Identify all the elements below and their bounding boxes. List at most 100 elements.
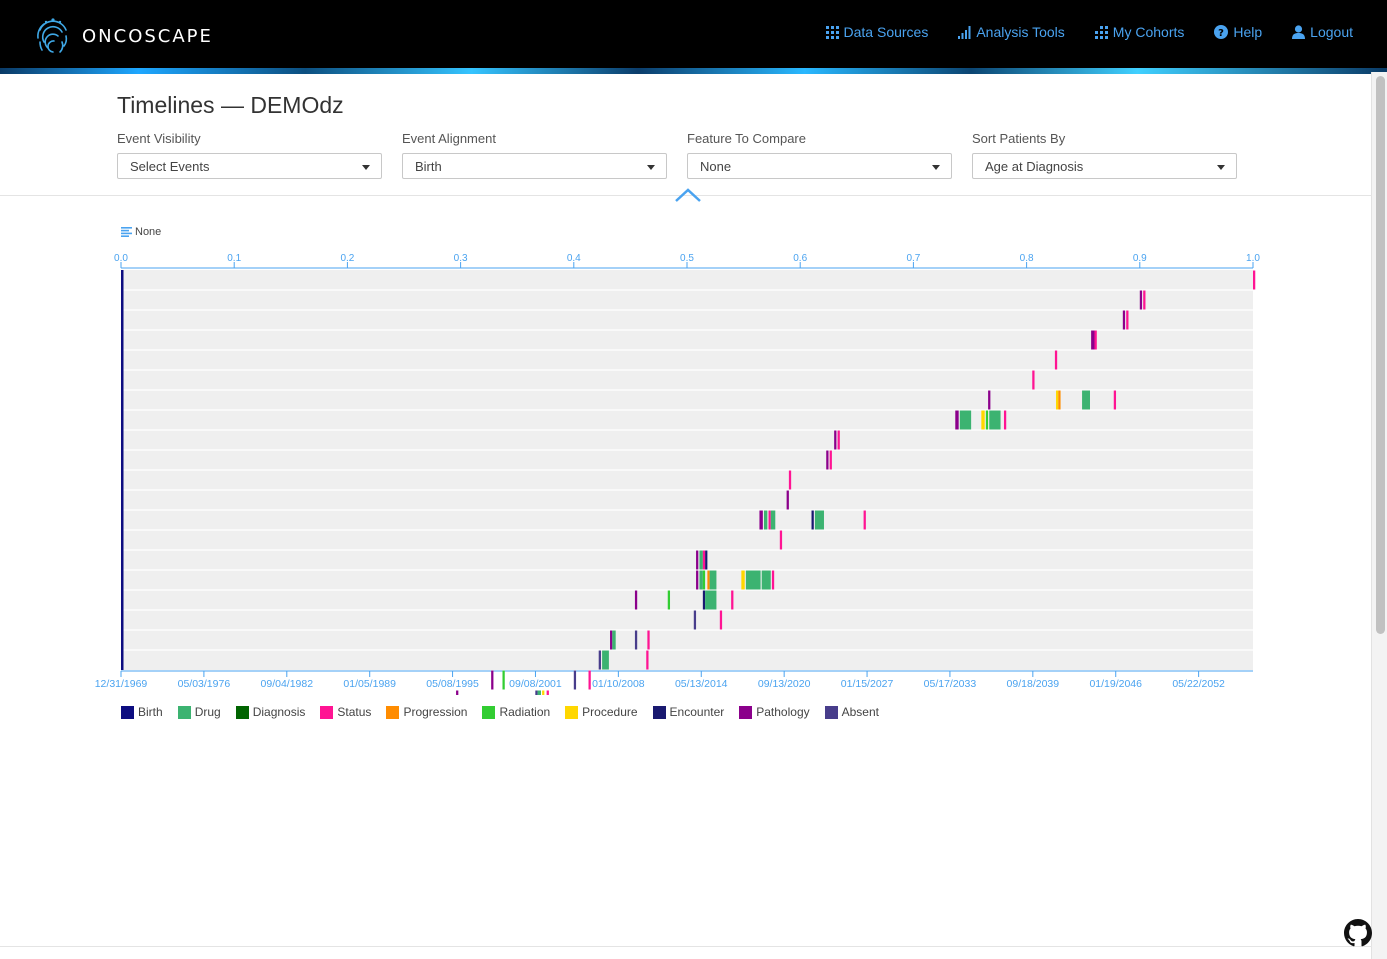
legend-item-pathology[interactable]: Pathology <box>739 705 810 719</box>
nav-links: Data Sources Analysis Tools My Cohorts ?… <box>796 24 1353 40</box>
sort-patients-select[interactable]: Age at Diagnosis <box>972 153 1237 179</box>
event-status-mark <box>588 670 591 690</box>
bottom-axis-tick-label: 01/19/2046 <box>1089 678 1142 690</box>
bottom-axis-tick-label: 01/15/2027 <box>841 678 894 690</box>
legend-swatch <box>177 705 191 719</box>
event-progression-mark <box>707 570 710 590</box>
nav-data-sources[interactable]: Data Sources <box>825 24 929 40</box>
top-axis-tick-label: 0.5 <box>680 253 694 264</box>
feature-compare-label: Feature To Compare <box>687 131 806 146</box>
event-drug-mark <box>537 690 541 695</box>
event-drug-mark <box>989 410 1001 430</box>
event-pathology-mark <box>759 510 763 530</box>
event-status-mark <box>837 430 840 450</box>
top-axis-tick-label: 0.7 <box>906 253 920 264</box>
event-pathology-mark <box>834 430 837 450</box>
event-radiation-mark <box>667 590 671 610</box>
event-drug-mark <box>612 630 616 650</box>
grid-icon <box>825 25 839 39</box>
bottom-axis-tick-label: 05/13/2014 <box>675 678 728 690</box>
nav-logout-label: Logout <box>1310 24 1353 40</box>
nav-my-cohorts[interactable]: My Cohorts <box>1094 24 1185 40</box>
event-pathology-mark <box>610 630 613 650</box>
event-procedure-mark <box>542 690 545 695</box>
page-title: Timelines — DEMOdz <box>117 92 344 118</box>
event-status-mark <box>771 570 775 590</box>
event-status-mark <box>1126 310 1129 330</box>
top-axis-tick-label: 0.4 <box>567 253 581 264</box>
nav-analysis-tools-label: Analysis Tools <box>976 24 1065 40</box>
legend-item-birth[interactable]: Birth <box>121 705 163 719</box>
event-pathology-mark <box>786 490 789 510</box>
event-encounter-mark <box>811 510 814 530</box>
top-axis-tick-label: 0.3 <box>454 253 468 264</box>
feature-compare-value: None <box>700 159 732 174</box>
event-status-mark <box>546 690 549 695</box>
event-visibility-value: Select Events <box>130 159 210 174</box>
event-status-mark <box>731 590 734 610</box>
event-status-mark <box>779 530 783 550</box>
event-absent-mark <box>535 690 538 695</box>
user-icon <box>1292 25 1306 39</box>
chart-legend: Birth Drug Diagnosis Status Progression Radia… <box>121 705 894 719</box>
legend-item-encounter[interactable]: Encounter <box>652 705 724 719</box>
sort-patients-label: Sort Patients By <box>972 131 1066 146</box>
event-drug-mark <box>814 510 824 530</box>
legend-label: Status <box>337 705 372 719</box>
top-axis-tick-label: 1.0 <box>1246 253 1260 264</box>
top-axis-tick-label: 0.8 <box>1020 253 1034 264</box>
top-axis-tick-label: 0.1 <box>227 253 241 264</box>
feature-indicator-label: None <box>135 226 162 238</box>
help-icon: ? <box>1214 25 1229 39</box>
nav-logout[interactable]: Logout <box>1292 24 1353 40</box>
page-scrollbar-thumb[interactable] <box>1376 76 1385 634</box>
legend-item-absent[interactable]: Absent <box>824 705 879 719</box>
timeline-chart: 0.0 0.1 0.2 0.3 0.4 0.5 0.6 0.7 0.8 0.9 1.0 12/31/… <box>95 253 1260 695</box>
event-pathology-mark <box>696 550 699 570</box>
legend-item-status[interactable]: Status <box>320 705 371 719</box>
legend-label: Diagnosis <box>252 705 306 719</box>
event-drug-mark <box>709 570 717 590</box>
event-status-mark <box>1253 270 1256 290</box>
event-pathology-mark <box>826 450 829 470</box>
caret-down-icon <box>362 165 370 170</box>
top-axis-tick-label: 0.6 <box>793 253 807 264</box>
event-alignment-label: Event Alignment <box>402 131 496 146</box>
legend-item-diagnosis[interactable]: Diagnosis <box>235 705 306 719</box>
event-drug-mark <box>705 590 717 610</box>
top-navbar: ONCOSCAPE Data Sources Analysis Tools My… <box>0 0 1387 74</box>
event-status-mark <box>646 650 649 670</box>
feature-compare-select[interactable]: None <box>687 153 952 179</box>
event-alignment-select[interactable]: Birth <box>402 153 667 179</box>
nav-my-cohorts-label: My Cohorts <box>1112 24 1185 40</box>
navbar-glow-strip <box>0 68 1387 74</box>
legend-swatch <box>121 705 134 719</box>
legend-item-drug[interactable]: Drug <box>177 705 221 719</box>
legend-item-progression[interactable]: Progression <box>386 705 467 719</box>
legend-swatch <box>386 705 400 719</box>
event-drug-mark <box>763 510 768 530</box>
bottom-axis-tick-label: 09/04/1982 <box>261 678 314 690</box>
nav-help[interactable]: ? Help <box>1214 24 1262 40</box>
event-visibility-select[interactable]: Select Events <box>117 153 382 179</box>
legend-item-procedure[interactable]: Procedure <box>565 705 638 719</box>
event-procedure-mark <box>741 570 745 590</box>
event-status-mark <box>1003 410 1007 430</box>
event-drug-mark <box>602 650 609 670</box>
event-status-mark <box>1032 370 1035 390</box>
event-status-mark <box>768 510 771 530</box>
event-pathology-mark <box>988 390 991 410</box>
brand[interactable]: ONCOSCAPE <box>36 14 213 58</box>
nav-analysis-tools[interactable]: Analysis Tools <box>958 24 1065 40</box>
legend-swatch <box>565 705 579 719</box>
event-absent-mark <box>573 670 577 690</box>
legend-label: Pathology <box>756 705 810 719</box>
nav-data-sources-label: Data Sources <box>843 24 929 40</box>
chevron-up-icon[interactable] <box>673 187 703 203</box>
event-drug-mark <box>761 570 771 590</box>
top-axis-tick-label: 0.2 <box>340 253 354 264</box>
bar-chart-icon <box>958 25 971 39</box>
legend-item-radiation[interactable]: Radiation <box>482 705 550 719</box>
github-icon[interactable] <box>1344 919 1372 947</box>
event-status-mark <box>647 630 650 650</box>
